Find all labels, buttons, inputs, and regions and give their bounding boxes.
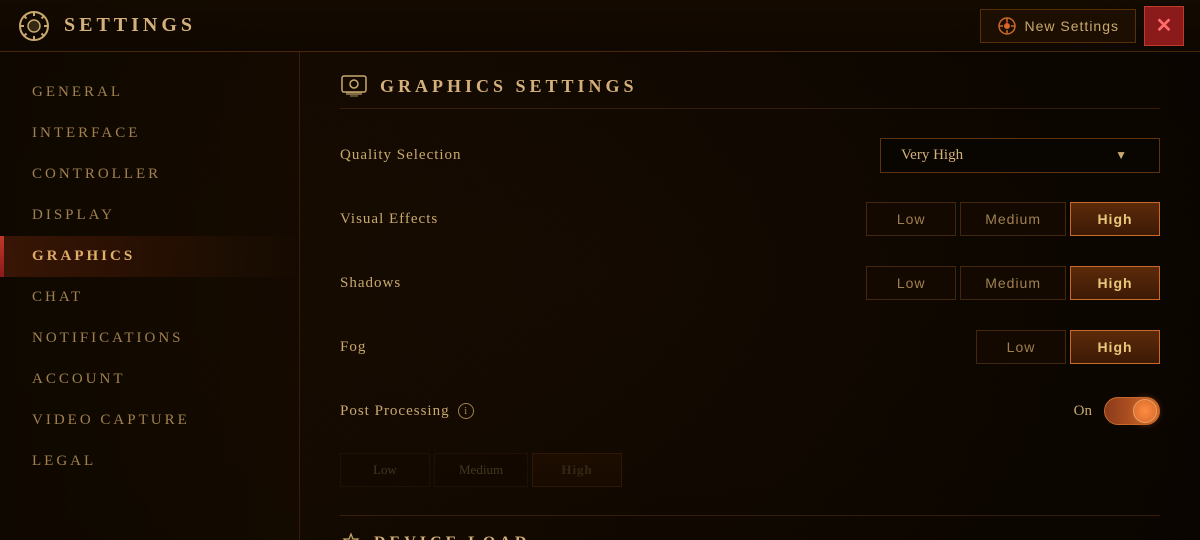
section-header: GRAPHICS SETTINGS	[340, 72, 1160, 109]
post-processing-toggle-switch[interactable]	[1104, 397, 1160, 425]
sidebar-item-controller-label: CONTROLLER	[32, 166, 161, 182]
shadows-label: Shadows	[340, 275, 401, 292]
fog-low-btn[interactable]: Low	[976, 330, 1066, 364]
sidebar-item-graphics[interactable]: GRAPHICS	[0, 236, 299, 277]
sidebar-item-notifications-label: NOTIFICATIONS	[32, 330, 184, 346]
new-settings-button[interactable]: New Settings	[980, 9, 1136, 43]
sidebar-item-interface-label: INTERFACE	[32, 125, 140, 141]
sidebar-item-interface[interactable]: INTERFACE	[0, 113, 299, 154]
sidebar-item-video-capture[interactable]: VIDEO CAPTURE	[0, 400, 299, 441]
sidebar-item-chat[interactable]: CHAT	[0, 277, 299, 318]
visual-effects-medium-btn[interactable]: Medium	[960, 202, 1066, 236]
sidebar-item-general-label: GENERAL	[32, 84, 123, 100]
sidebar-item-notifications[interactable]: NOTIFICATIONS	[0, 318, 299, 359]
visual-effects-row: Visual Effects Low Medium High	[340, 197, 1160, 241]
partial-settings-row: Low Medium High	[340, 453, 1160, 487]
shadows-controls: Low Medium High	[866, 266, 1160, 300]
top-right-controls: New Settings ✕	[980, 6, 1184, 46]
sidebar-item-display-label: DISPLAY	[32, 207, 115, 223]
quality-selection-row: Quality Selection Very High ▼	[340, 133, 1160, 177]
graphics-icon	[340, 72, 368, 100]
quality-dropdown-value: Very High	[901, 147, 963, 164]
partial-low-btn[interactable]: Low	[340, 453, 430, 487]
shadows-medium-btn[interactable]: Medium	[960, 266, 1066, 300]
content-area: GRAPHICS SETTINGS Quality Selection Very…	[300, 52, 1200, 540]
sidebar-item-legal[interactable]: LEGAL	[0, 441, 299, 482]
dropdown-arrow-icon: ▼	[1115, 148, 1127, 163]
post-processing-toggle-container: On	[1074, 397, 1160, 425]
fog-label: Fog	[340, 339, 366, 356]
post-processing-row: Post Processing i On	[340, 389, 1160, 433]
device-load-section: DEVICE LOAD High	[340, 515, 1160, 540]
device-load-header: DEVICE LOAD	[340, 532, 1160, 540]
device-load-icon	[340, 532, 362, 540]
sidebar-item-account-label: ACCOUNT	[32, 371, 126, 387]
sidebar-item-controller[interactable]: CONTROLLER	[0, 154, 299, 195]
visual-effects-label: Visual Effects	[340, 211, 438, 228]
new-settings-icon	[997, 16, 1017, 36]
fog-high-btn[interactable]: High	[1070, 330, 1160, 364]
visual-effects-low-btn[interactable]: Low	[866, 202, 956, 236]
partial-medium-btn[interactable]: Medium	[434, 453, 528, 487]
device-load-title: DEVICE LOAD	[374, 534, 530, 540]
shadows-row: Shadows Low Medium High	[340, 261, 1160, 305]
title-area: SETTINGS	[16, 8, 196, 44]
quality-dropdown[interactable]: Very High ▼	[880, 138, 1160, 173]
post-processing-label: Post Processing	[340, 403, 450, 420]
sidebar-item-video-capture-label: VIDEO CAPTURE	[32, 412, 190, 428]
new-settings-label: New Settings	[1025, 18, 1119, 34]
visual-effects-controls: Low Medium High	[866, 202, 1160, 236]
close-icon: ✕	[1156, 13, 1173, 38]
post-processing-info-icon[interactable]: i	[458, 403, 474, 419]
shadows-high-btn[interactable]: High	[1070, 266, 1160, 300]
close-button[interactable]: ✕	[1144, 6, 1184, 46]
sidebar-item-chat-label: CHAT	[32, 289, 83, 305]
quality-selection-label: Quality Selection	[340, 147, 462, 164]
sidebar-item-account[interactable]: ACCOUNT	[0, 359, 299, 400]
post-processing-on-label: On	[1074, 403, 1092, 420]
fog-controls: Low High	[976, 330, 1160, 364]
section-title: GRAPHICS SETTINGS	[380, 76, 638, 97]
main-layout: GENERAL INTERFACE CONTROLLER DISPLAY GRAPHIC…	[0, 52, 1200, 540]
page-title: SETTINGS	[64, 14, 196, 37]
sidebar: GENERAL INTERFACE CONTROLLER DISPLAY GRAPHIC…	[0, 52, 300, 540]
fog-row: Fog Low High	[340, 325, 1160, 369]
shadows-low-btn[interactable]: Low	[866, 266, 956, 300]
sidebar-item-general[interactable]: GENERAL	[0, 72, 299, 113]
visual-effects-high-btn[interactable]: High	[1070, 202, 1160, 236]
settings-gear-icon	[16, 8, 52, 44]
sidebar-item-graphics-label: GRAPHICS	[32, 248, 135, 264]
top-bar: SETTINGS New Settings ✕	[0, 0, 1200, 52]
sidebar-item-legal-label: LEGAL	[32, 453, 96, 469]
toggle-knob	[1133, 399, 1157, 423]
sidebar-item-display[interactable]: DISPLAY	[0, 195, 299, 236]
partial-high-btn[interactable]: High	[532, 453, 622, 487]
